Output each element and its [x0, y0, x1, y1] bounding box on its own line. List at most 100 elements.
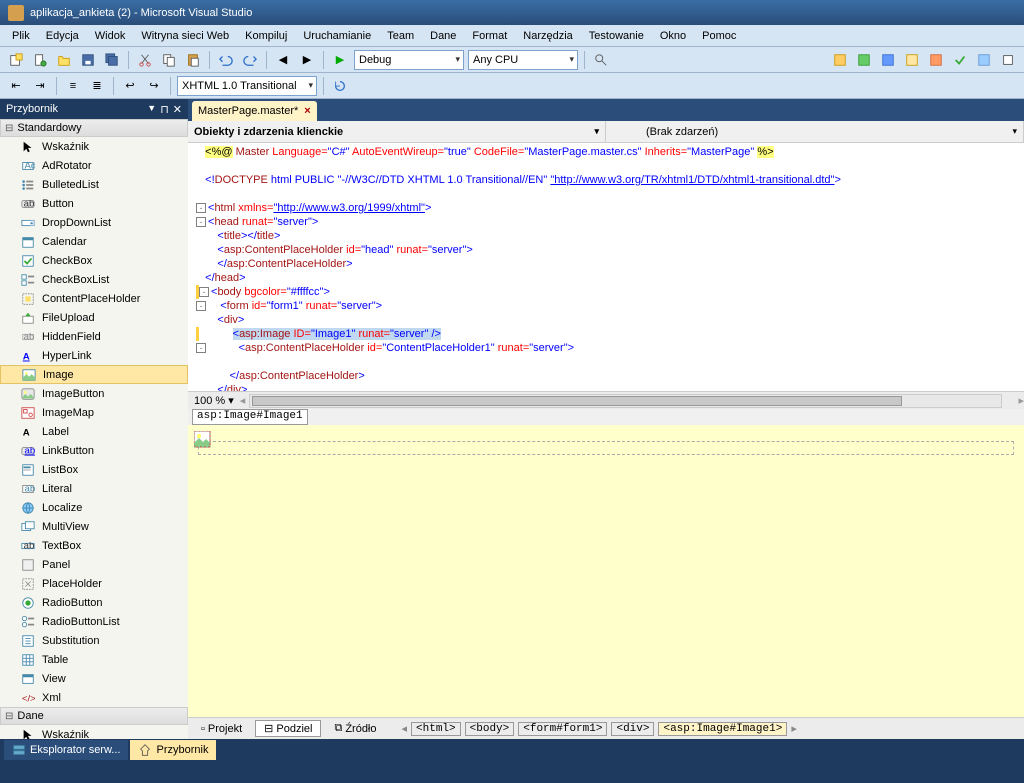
toolbox-item-label[interactable]: ALabel — [0, 422, 188, 441]
menu-tools[interactable]: Narzędzia — [515, 28, 581, 44]
crumb-nav-right[interactable]: ▸ — [791, 722, 797, 735]
breadcrumb-body[interactable]: <body> — [465, 722, 515, 736]
view-tab-design[interactable]: ▫ Projekt — [192, 721, 251, 737]
toolbox-item-hyperlink[interactable]: AHyperLink — [0, 346, 188, 365]
pin-icon[interactable]: ⊓ — [160, 103, 169, 116]
paste-btn[interactable] — [182, 49, 204, 71]
events-dropdown[interactable]: (Brak zdarzeń) ▾ — [606, 121, 1024, 142]
object-dropdown[interactable]: Obiekty i zdarzenia klienckie ▾ — [188, 121, 606, 142]
content-placeholder-region[interactable] — [198, 441, 1014, 455]
ext3-btn[interactable] — [877, 49, 899, 71]
design-selected-tag[interactable]: asp:Image#Image1 — [192, 409, 308, 425]
menu-view[interactable]: Widok — [87, 28, 134, 44]
toolbox-item-adrotator[interactable]: AdAdRotator — [0, 156, 188, 175]
ext1-btn[interactable] — [829, 49, 851, 71]
toolbox-item-contentplaceholder[interactable]: ContentPlaceHolder — [0, 289, 188, 308]
toolbox-item-calendar[interactable]: Calendar — [0, 232, 188, 251]
menu-file[interactable]: Plik — [4, 28, 38, 44]
toolbox-item-checkbox[interactable]: CheckBox — [0, 251, 188, 270]
toolbox-item-panel[interactable]: Panel — [0, 555, 188, 574]
toolbox-item-radiobuttonlist[interactable]: RadioButtonList — [0, 612, 188, 631]
toolbox-item-image[interactable]: Image — [0, 365, 188, 384]
toolbox-item-bulletedlist[interactable]: BulletedList — [0, 175, 188, 194]
doctype-dropdown[interactable]: XHTML 1.0 Transitional — [177, 76, 317, 96]
cut-btn[interactable] — [134, 49, 156, 71]
open-btn[interactable] — [53, 49, 75, 71]
crumb-nav-left[interactable]: ◂ — [402, 722, 408, 735]
menu-debug[interactable]: Uruchamianie — [295, 28, 379, 44]
copy-btn[interactable] — [158, 49, 180, 71]
indent-btn[interactable]: ⇥ — [29, 75, 51, 97]
bottom-tab-server-explorer[interactable]: Eksplorator serw... — [4, 740, 128, 760]
toolbox-item-radiobutton[interactable]: RadioButton — [0, 593, 188, 612]
comment-btn[interactable]: ≡ — [62, 75, 84, 97]
nav-back-btn[interactable]: ◀ — [272, 49, 294, 71]
toolbox-item-imagemap[interactable]: ImageMap — [0, 403, 188, 422]
breadcrumb-div[interactable]: <div> — [611, 722, 654, 736]
toolbox-item-substitution[interactable]: Substitution — [0, 631, 188, 650]
bottom-tab-toolbox[interactable]: Przybornik — [130, 740, 216, 760]
nav-fwd-btn[interactable]: ▶ — [296, 49, 318, 71]
view-tab-split[interactable]: ⊟ Podziel — [255, 720, 321, 737]
toolbox-item-hiddenfield[interactable]: ablHiddenField — [0, 327, 188, 346]
toolbox-item-literal[interactable]: abLiteral — [0, 479, 188, 498]
toolbox-item-multiview[interactable]: MultiView — [0, 517, 188, 536]
add-item-btn[interactable] — [29, 49, 51, 71]
wrap-btn[interactable]: ↩ — [119, 75, 141, 97]
ext6-btn[interactable] — [949, 49, 971, 71]
menu-team[interactable]: Team — [379, 28, 422, 44]
toolbox-item-textbox[interactable]: ablTextBox — [0, 536, 188, 555]
breadcrumb-html[interactable]: <html> — [411, 722, 461, 736]
toolbox-item-table[interactable]: Table — [0, 650, 188, 669]
toolbox-category-standard[interactable]: Standardowy — [0, 119, 188, 137]
menu-window[interactable]: Okno — [652, 28, 694, 44]
zoom-dropdown[interactable]: 100 % ▾ — [188, 394, 240, 407]
toolbox-item-checkboxlist[interactable]: CheckBoxList — [0, 270, 188, 289]
ext5-btn[interactable] — [925, 49, 947, 71]
menu-website[interactable]: Witryna sieci Web — [133, 28, 237, 44]
toolbox-item-placeholder[interactable]: PlaceHolder — [0, 574, 188, 593]
toolbox-item-fileupload[interactable]: FileUpload — [0, 308, 188, 327]
ext4-btn[interactable] — [901, 49, 923, 71]
menu-edit[interactable]: Edycja — [38, 28, 87, 44]
toolbox-item-xml[interactable]: </>Xml — [0, 688, 188, 707]
refresh-btn[interactable] — [329, 75, 351, 97]
ext7-btn[interactable] — [973, 49, 995, 71]
ext8-btn[interactable] — [997, 49, 1019, 71]
platform-dropdown[interactable]: Any CPU — [468, 50, 578, 70]
image-control[interactable] — [194, 431, 212, 449]
dropdown-icon[interactable]: ▼ — [147, 103, 156, 116]
toolbox-item-imagebutton[interactable]: ImageButton — [0, 384, 188, 403]
design-surface[interactable] — [188, 425, 1024, 717]
tab-close-icon[interactable]: × — [304, 105, 310, 117]
breadcrumb-form[interactable]: <form#form1> — [518, 722, 607, 736]
menu-data[interactable]: Dane — [422, 28, 464, 44]
new-project-btn[interactable] — [5, 49, 27, 71]
toolbox-item-dropdownlist[interactable]: DropDownList — [0, 213, 188, 232]
horizontal-scrollbar[interactable] — [249, 394, 1002, 408]
toolbox-item-wskaźnik[interactable]: Wskaźnik — [0, 137, 188, 156]
code-editor[interactable]: <%@ Master Language="C#" AutoEventWireup… — [188, 143, 1024, 391]
redo-btn[interactable] — [239, 49, 261, 71]
outdent-btn[interactable]: ⇤ — [5, 75, 27, 97]
toolbox-item-localize[interactable]: Localize — [0, 498, 188, 517]
toolbox-item-button[interactable]: abButton — [0, 194, 188, 213]
save-all-btn[interactable] — [101, 49, 123, 71]
run-btn[interactable]: ▶ — [329, 49, 351, 71]
menu-build[interactable]: Kompiluj — [237, 28, 295, 44]
toolbox-category-data[interactable]: Dane — [0, 707, 188, 725]
uncomment-btn[interactable]: ≣ — [86, 75, 108, 97]
find-btn[interactable] — [590, 49, 612, 71]
menu-test[interactable]: Testowanie — [581, 28, 652, 44]
toolbox-item-linkbutton[interactable]: abLinkButton — [0, 441, 188, 460]
save-btn[interactable] — [77, 49, 99, 71]
view-tab-source[interactable]: ⧉ Źródło — [325, 720, 385, 737]
config-dropdown[interactable]: Debug — [354, 50, 464, 70]
toolbox-item-view[interactable]: View — [0, 669, 188, 688]
wrap2-btn[interactable]: ↪ — [143, 75, 165, 97]
menu-format[interactable]: Format — [464, 28, 515, 44]
toolbox-item-listbox[interactable]: ListBox — [0, 460, 188, 479]
ext2-btn[interactable] — [853, 49, 875, 71]
breadcrumb-image[interactable]: <asp:Image#Image1> — [658, 722, 787, 736]
undo-btn[interactable] — [215, 49, 237, 71]
